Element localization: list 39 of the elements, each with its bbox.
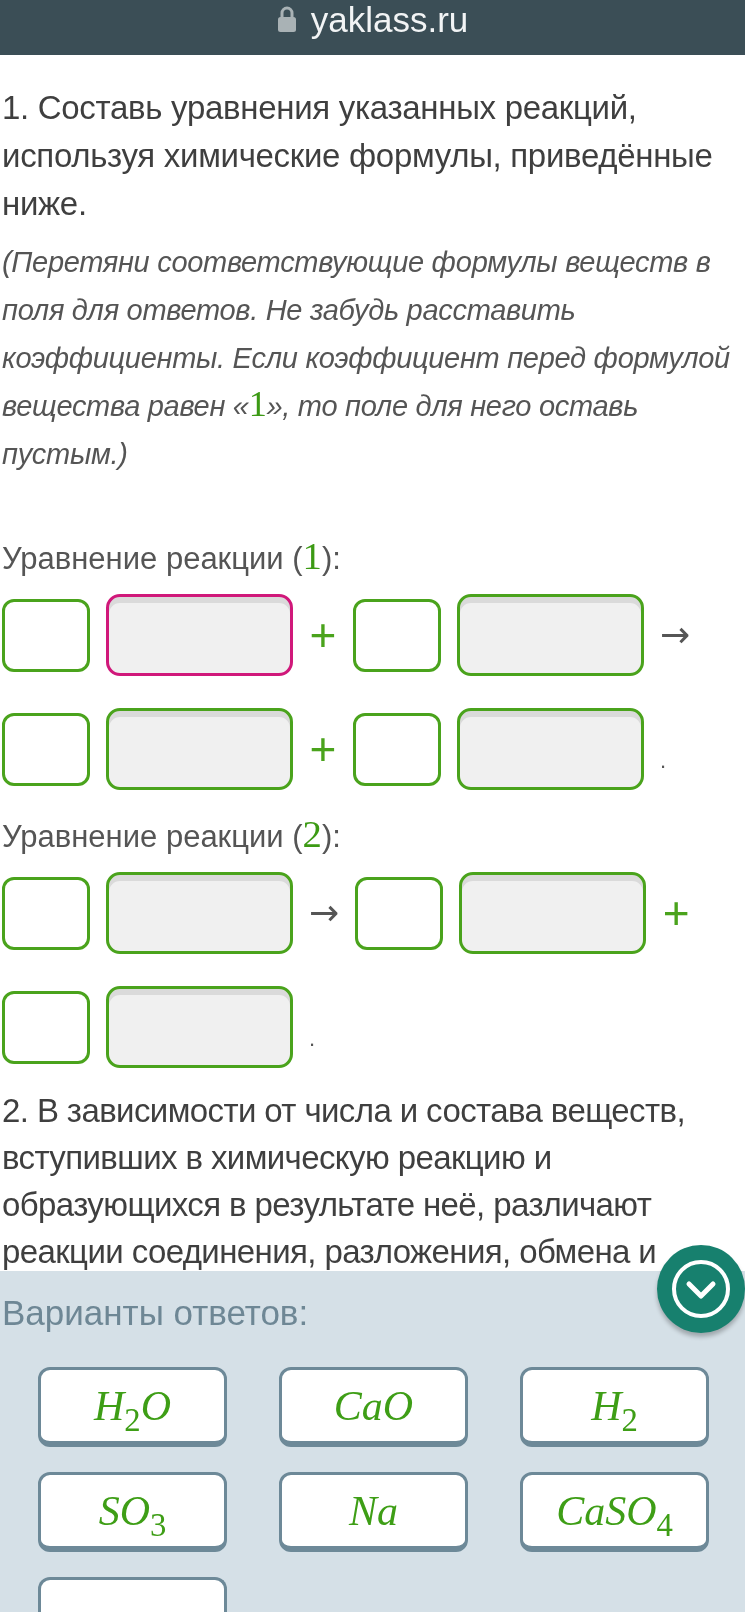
coefficient-field[interactable] — [2, 712, 90, 786]
formula-tile[interactable]: H$_{2}$O — [38, 1367, 227, 1447]
formula-tile[interactable] — [38, 1577, 227, 1612]
question-text: 2. В зависимости от числа и состава веществ, вступивших в химическую реакцию и образующихся в результате неё, различают реакции соединения, разложения, обмена и — [2, 1091, 686, 1272]
plus-sign: + — [309, 612, 337, 658]
coefficient-field[interactable] — [355, 876, 444, 950]
formula-drop-field[interactable] — [457, 708, 644, 790]
plus-sign: + — [662, 890, 691, 936]
panel-title: Варианты ответов: — [1, 1293, 310, 1333]
formula-drop-field[interactable] — [459, 872, 647, 954]
formula-drop-field[interactable] — [106, 986, 293, 1068]
equation-label: Уравнение реакции (1): — [2, 535, 342, 579]
formula-tile[interactable]: CaO — [279, 1367, 468, 1447]
formula-tile[interactable]: SO$_{3}$ — [38, 1472, 227, 1552]
coefficient-field[interactable] — [353, 598, 441, 672]
formula-drop-field[interactable] — [106, 594, 293, 676]
reaction-arrow: → — [660, 617, 691, 653]
coefficient-field[interactable] — [2, 990, 90, 1064]
collapse-button[interactable] — [657, 1245, 745, 1333]
formula-drop-field[interactable] — [106, 708, 293, 790]
url-text: yaklass.ru — [310, 0, 469, 40]
formula-tile[interactable]: H$_{2}$ — [520, 1367, 709, 1447]
equation-period: . — [309, 1028, 316, 1050]
equation-label: Уравнение реакции (2): — [2, 813, 342, 857]
equation-period: . — [660, 750, 667, 772]
formula-tile[interactable]: Na — [279, 1472, 468, 1552]
formula-drop-field[interactable] — [106, 872, 293, 954]
coefficient-field[interactable] — [2, 876, 90, 950]
address-bar[interactable]: yaklass.ru — [0, 0, 745, 55]
chevron-down-icon — [671, 1259, 731, 1319]
lock-icon — [276, 6, 297, 32]
coefficient-field[interactable] — [353, 712, 441, 786]
coefficient-field[interactable] — [2, 598, 90, 672]
formula-tile[interactable]: CaSO$_{4}$ — [520, 1472, 709, 1552]
question-text: 1. Составь уравнения указанных реакций, используя химические формулы, приведённые ниже. — [2, 88, 714, 224]
plus-sign: + — [309, 726, 337, 772]
formula-drop-field[interactable] — [457, 594, 644, 676]
instruction-text: (Перетяни соответствующие формулы веществ в поля для ответов. Не забудь расставить коэффициенты. Если коэффициент перед формулой вещества равен «1», то поле для него оставь пустым.) — [2, 245, 731, 472]
reaction-arrow: → — [309, 895, 340, 931]
